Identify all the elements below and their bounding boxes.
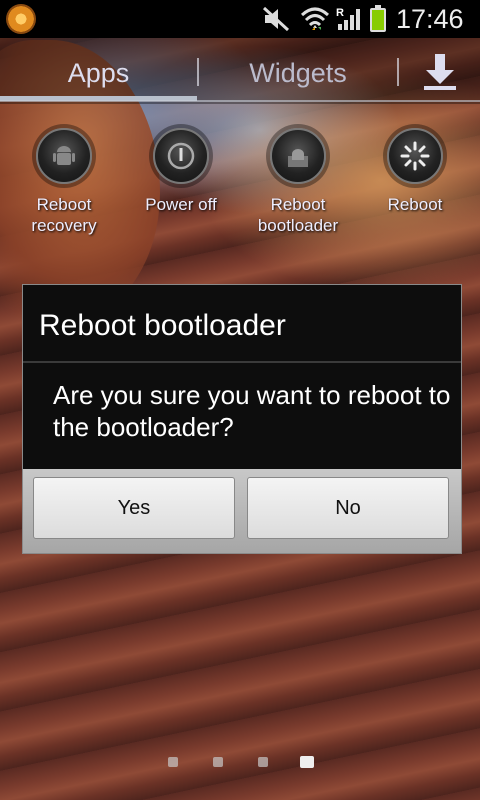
android-box-icon — [270, 128, 326, 184]
yes-button[interactable]: Yes — [33, 477, 235, 539]
dialog-button-area: Yes No — [23, 469, 461, 553]
tab-apps[interactable]: Apps — [0, 58, 197, 89]
no-button[interactable]: No — [247, 477, 449, 539]
page-dot[interactable] — [213, 757, 223, 767]
tab-bar-line — [0, 100, 480, 102]
wifi-icon — [300, 6, 330, 40]
status-bar: R 17:46 — [0, 0, 480, 38]
power-icon — [153, 128, 209, 184]
tab-widgets[interactable]: Widgets — [200, 58, 396, 89]
android-icon — [36, 128, 92, 184]
app-reboot-recovery[interactable]: Reboot recovery — [9, 128, 119, 236]
spinner-icon — [387, 128, 443, 184]
app-notification-icon — [6, 4, 36, 34]
app-label: Reboot — [387, 195, 443, 214]
page-dot-active[interactable] — [300, 756, 314, 768]
app-power-off[interactable]: Power off — [126, 128, 236, 215]
tab-divider — [197, 58, 199, 86]
page-dot[interactable] — [258, 757, 268, 767]
dialog-message: Are you sure you want to reboot to the b… — [53, 380, 451, 442]
dialog-title: Reboot bootloader — [39, 309, 286, 342]
app-label: Reboot recovery — [31, 195, 97, 235]
page-indicator — [0, 754, 480, 768]
mute-icon — [262, 6, 290, 38]
signal-icon: R — [336, 6, 364, 32]
app-label: Power off — [145, 195, 217, 214]
app-reboot[interactable]: Reboot — [360, 128, 470, 215]
dialog-divider — [23, 361, 461, 363]
confirm-dialog: Reboot bootloader Are you sure you want … — [22, 284, 462, 554]
tab-divider — [397, 58, 399, 86]
home-screen: R 17:46 Apps Widgets Reboot recovery Pow… — [0, 0, 480, 800]
clock: 17:46 — [396, 4, 464, 34]
download-button[interactable] — [418, 50, 462, 94]
battery-icon — [370, 5, 386, 32]
page-dot[interactable] — [168, 757, 178, 767]
app-label: Reboot bootloader — [257, 195, 339, 235]
download-icon — [424, 54, 456, 90]
app-reboot-bootloader[interactable]: Reboot bootloader — [243, 128, 353, 236]
roaming-indicator: R — [336, 7, 344, 19]
